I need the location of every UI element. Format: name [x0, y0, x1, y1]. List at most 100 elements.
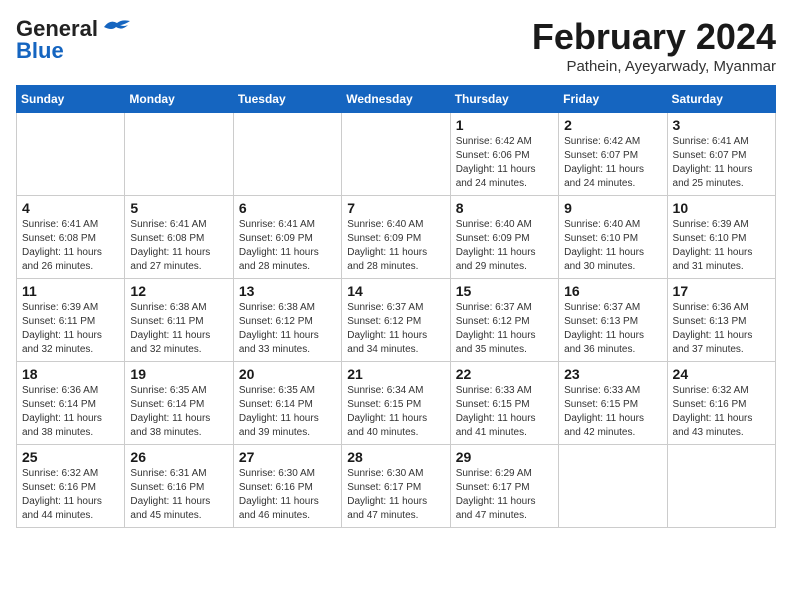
- calendar-table: SundayMondayTuesdayWednesdayThursdayFrid…: [16, 85, 776, 528]
- calendar-cell: 15Sunrise: 6:37 AMSunset: 6:12 PMDayligh…: [450, 279, 558, 362]
- day-info: Sunrise: 6:33 AMSunset: 6:15 PMDaylight:…: [456, 384, 553, 440]
- day-info: Sunrise: 6:37 AMSunset: 6:13 PMDaylight:…: [564, 301, 661, 357]
- calendar-cell: 12 Sunrise: 6:38 AMSunset: 6:11 PMDayligh…: [125, 279, 233, 362]
- day-info: Sunrise: 6:42 AMSunset: 6:07 PMDaylight:…: [564, 135, 661, 191]
- header-cell-friday: Friday: [559, 86, 667, 113]
- day-info: Sunrise: 6:41 AMSunset: 6:08 PMDaylight:…: [22, 218, 119, 274]
- month-title: February 2024: [532, 16, 776, 58]
- day-number: 7: [347, 200, 444, 216]
- day-number: 6: [239, 200, 336, 216]
- calendar-cell: 2 Sunrise: 6:42 AMSunset: 6:07 PMDaylight…: [559, 113, 667, 196]
- day-info: Sunrise: 6:40 AMSunset: 6:10 PMDaylight:…: [564, 218, 661, 274]
- calendar-cell: 11 Sunrise: 6:39 AMSunset: 6:11 PMDayligh…: [17, 279, 125, 362]
- calendar-cell: 14 Sunrise: 6:37 AMSunset: 6:12 PMDayligh…: [342, 279, 450, 362]
- calendar-cell: 23 Sunrise: 6:33 AMSunset: 6:15 PMDayligh…: [559, 362, 667, 445]
- header-cell-saturday: Saturday: [667, 86, 775, 113]
- header-cell-monday: Monday: [125, 86, 233, 113]
- header-cell-sunday: Sunday: [17, 86, 125, 113]
- header-cell-thursday: Thursday: [450, 86, 558, 113]
- day-number: 14: [347, 283, 444, 299]
- day-number: 5: [130, 200, 227, 216]
- day-number: 20: [239, 366, 336, 382]
- logo-bird-icon: [102, 17, 132, 37]
- calendar-week-2: 4 Sunrise: 6:41 AMSunset: 6:08 PMDaylight…: [17, 196, 776, 279]
- day-info: Sunrise: 6:37 AMSunset: 6:12 PMDaylight:…: [347, 301, 444, 357]
- day-info: Sunrise: 6:36 AMSunset: 6:13 PMDaylight:…: [673, 301, 770, 357]
- day-number: 26: [130, 449, 227, 465]
- calendar-cell: 28 Sunrise: 6:30 AMSunset: 6:17 PMDayligh…: [342, 445, 450, 528]
- day-number: 23: [564, 366, 661, 382]
- calendar-cell: [342, 113, 450, 196]
- day-number: 3: [673, 117, 770, 133]
- day-info: Sunrise: 6:39 AMSunset: 6:11 PMDaylight:…: [22, 301, 119, 357]
- day-number: 11: [22, 283, 119, 299]
- location-subtitle: Pathein, Ayeyarwady, Myanmar: [532, 58, 776, 75]
- logo: General Blue: [16, 16, 132, 64]
- day-info: Sunrise: 6:39 AMSunset: 6:10 PMDaylight:…: [673, 218, 770, 274]
- calendar-week-3: 11 Sunrise: 6:39 AMSunset: 6:11 PMDayligh…: [17, 279, 776, 362]
- calendar-cell: 3 Sunrise: 6:41 AMSunset: 6:07 PMDaylight…: [667, 113, 775, 196]
- calendar-cell: 9 Sunrise: 6:40 AMSunset: 6:10 PMDaylight…: [559, 196, 667, 279]
- day-number: 28: [347, 449, 444, 465]
- calendar-body: 1 Sunrise: 6:42 AMSunset: 6:06 PMDaylight…: [17, 113, 776, 528]
- day-info: Sunrise: 6:32 AMSunset: 6:16 PMDaylight:…: [673, 384, 770, 440]
- calendar-cell: 4 Sunrise: 6:41 AMSunset: 6:08 PMDaylight…: [17, 196, 125, 279]
- day-info: Sunrise: 6:35 AMSunset: 6:14 PMDaylight:…: [239, 384, 336, 440]
- day-number: 29: [456, 449, 553, 465]
- day-info: Sunrise: 6:32 AMSunset: 6:16 PMDaylight:…: [22, 467, 119, 523]
- day-number: 1: [456, 117, 553, 133]
- day-number: 19: [130, 366, 227, 382]
- day-number: 8: [456, 200, 553, 216]
- calendar-week-1: 1 Sunrise: 6:42 AMSunset: 6:06 PMDaylight…: [17, 113, 776, 196]
- calendar-cell: [667, 445, 775, 528]
- calendar-cell: 13 Sunrise: 6:38 AMSunset: 6:12 PMDayligh…: [233, 279, 341, 362]
- day-number: 13: [239, 283, 336, 299]
- day-info: Sunrise: 6:31 AMSunset: 6:16 PMDaylight:…: [130, 467, 227, 523]
- calendar-cell: 17 Sunrise: 6:36 AMSunset: 6:13 PMDayligh…: [667, 279, 775, 362]
- calendar-header: SundayMondayTuesdayWednesdayThursdayFrid…: [17, 86, 776, 113]
- calendar-cell: 18 Sunrise: 6:36 AMSunset: 6:14 PMDayligh…: [17, 362, 125, 445]
- header-row: SundayMondayTuesdayWednesdayThursdayFrid…: [17, 86, 776, 113]
- calendar-cell: 27 Sunrise: 6:30 AMSunset: 6:16 PMDayligh…: [233, 445, 341, 528]
- day-info: Sunrise: 6:34 AMSunset: 6:15 PMDaylight:…: [347, 384, 444, 440]
- day-number: 2: [564, 117, 661, 133]
- page-header: General Blue February 2024 Pathein, Ayey…: [16, 16, 776, 75]
- day-info: Sunrise: 6:30 AMSunset: 6:16 PMDaylight:…: [239, 467, 336, 523]
- calendar-cell: 16 Sunrise: 6:37 AMSunset: 6:13 PMDayligh…: [559, 279, 667, 362]
- day-number: 15: [456, 283, 553, 299]
- day-info: Sunrise: 6:41 AMSunset: 6:09 PMDaylight:…: [239, 218, 336, 274]
- day-info: Sunrise: 6:33 AMSunset: 6:15 PMDaylight:…: [564, 384, 661, 440]
- day-number: 21: [347, 366, 444, 382]
- day-info: Sunrise: 6:42 AMSunset: 6:06 PMDaylight:…: [456, 135, 553, 191]
- day-info: Sunrise: 6:38 AMSunset: 6:12 PMDaylight:…: [239, 301, 336, 357]
- calendar-cell: 6 Sunrise: 6:41 AMSunset: 6:09 PMDaylight…: [233, 196, 341, 279]
- day-info: Sunrise: 6:38 AMSunset: 6:11 PMDaylight:…: [130, 301, 227, 357]
- calendar-cell: [125, 113, 233, 196]
- day-number: 16: [564, 283, 661, 299]
- calendar-week-4: 18 Sunrise: 6:36 AMSunset: 6:14 PMDayligh…: [17, 362, 776, 445]
- day-info: Sunrise: 6:36 AMSunset: 6:14 PMDaylight:…: [22, 384, 119, 440]
- title-area: February 2024 Pathein, Ayeyarwady, Myanm…: [532, 16, 776, 75]
- day-number: 10: [673, 200, 770, 216]
- day-info: Sunrise: 6:41 AMSunset: 6:07 PMDaylight:…: [673, 135, 770, 191]
- day-info: Sunrise: 6:41 AMSunset: 6:08 PMDaylight:…: [130, 218, 227, 274]
- calendar-cell: 22Sunrise: 6:33 AMSunset: 6:15 PMDayligh…: [450, 362, 558, 445]
- calendar-cell: 8 Sunrise: 6:40 AMSunset: 6:09 PMDaylight…: [450, 196, 558, 279]
- calendar-week-5: 25Sunrise: 6:32 AMSunset: 6:16 PMDayligh…: [17, 445, 776, 528]
- day-number: 27: [239, 449, 336, 465]
- calendar-cell: 20 Sunrise: 6:35 AMSunset: 6:14 PMDayligh…: [233, 362, 341, 445]
- calendar-cell: 25Sunrise: 6:32 AMSunset: 6:16 PMDayligh…: [17, 445, 125, 528]
- calendar-cell: 10 Sunrise: 6:39 AMSunset: 6:10 PMDayligh…: [667, 196, 775, 279]
- day-number: 4: [22, 200, 119, 216]
- day-info: Sunrise: 6:30 AMSunset: 6:17 PMDaylight:…: [347, 467, 444, 523]
- calendar-cell: 7Sunrise: 6:40 AMSunset: 6:09 PMDaylight…: [342, 196, 450, 279]
- day-info: Sunrise: 6:29 AMSunset: 6:17 PMDaylight:…: [456, 467, 553, 523]
- day-info: Sunrise: 6:40 AMSunset: 6:09 PMDaylight:…: [456, 218, 553, 274]
- day-number: 9: [564, 200, 661, 216]
- day-number: 17: [673, 283, 770, 299]
- calendar-cell: 21 Sunrise: 6:34 AMSunset: 6:15 PMDayligh…: [342, 362, 450, 445]
- calendar-cell: 26 Sunrise: 6:31 AMSunset: 6:16 PMDayligh…: [125, 445, 233, 528]
- day-number: 12: [130, 283, 227, 299]
- day-number: 18: [22, 366, 119, 382]
- calendar-cell: [17, 113, 125, 196]
